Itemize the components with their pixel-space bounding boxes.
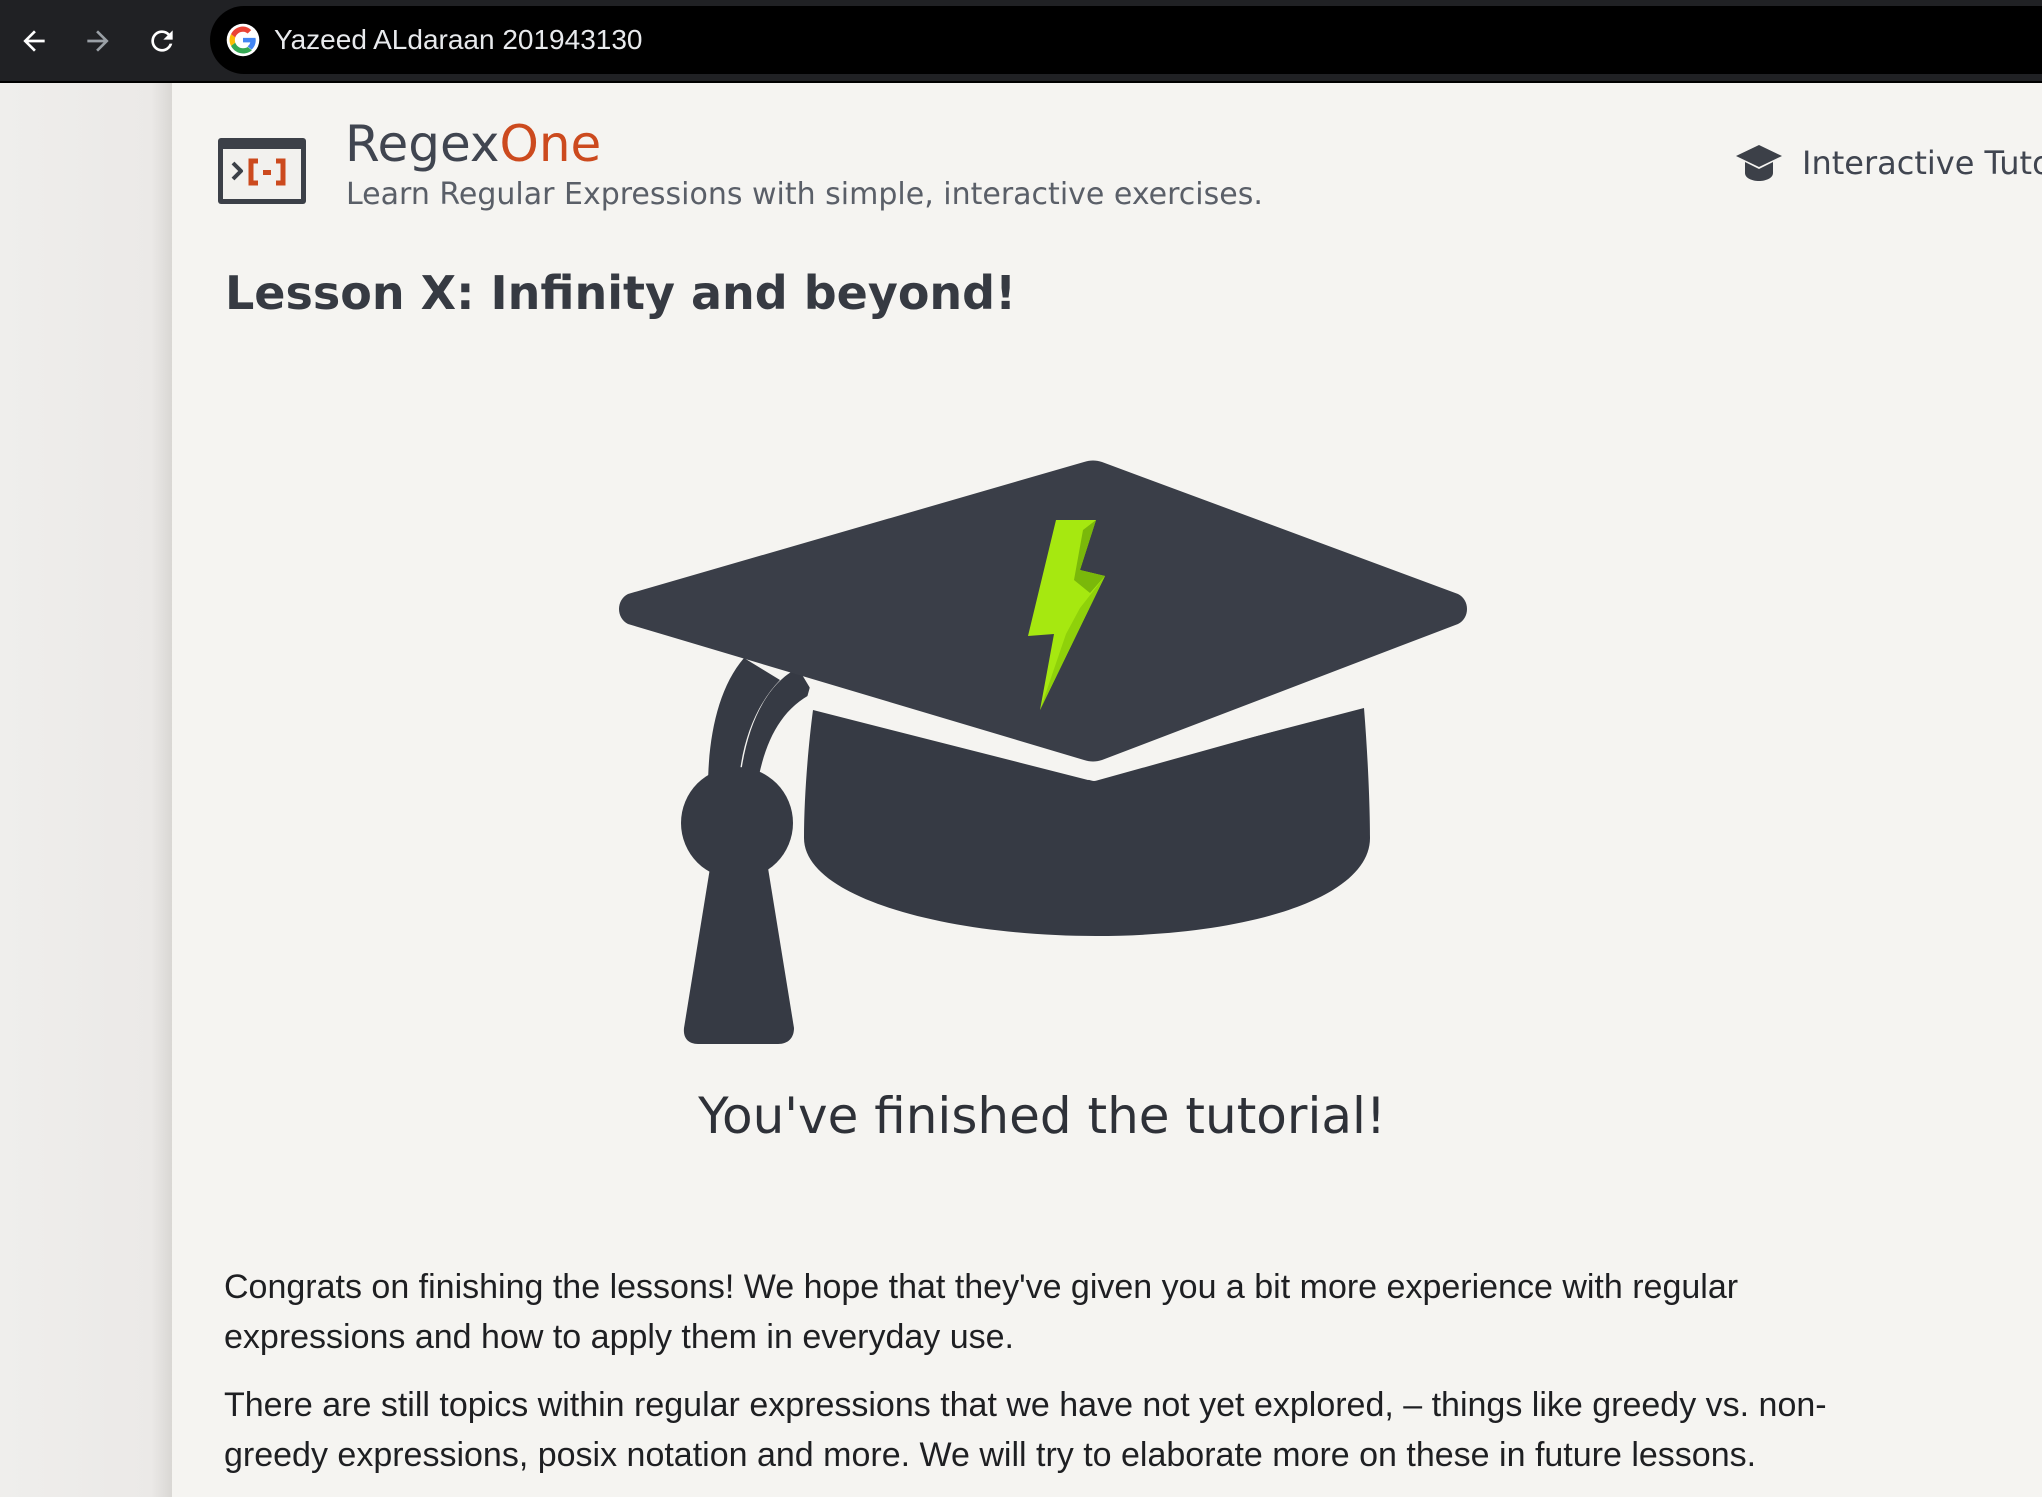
site-tagline: Learn Regular Expressions with simple, i… xyxy=(346,177,1263,212)
google-icon xyxy=(226,23,260,57)
finished-heading: You've finished the tutorial! xyxy=(698,1087,1386,1145)
congrats-paragraph: Congrats on finishing the lessons! We ho… xyxy=(224,1268,1739,1356)
address-bar-text[interactable]: Yazeed ALdaraan 201943130 xyxy=(274,20,642,60)
arrow-right-icon xyxy=(87,30,109,52)
lesson-title: Lesson X: Infinity and beyond! xyxy=(225,266,1017,320)
brand-accent-text: One xyxy=(499,115,602,173)
forward-button[interactable] xyxy=(74,17,122,65)
graduation-cap-lightning-icon xyxy=(619,460,1467,1044)
reload-button[interactable] xyxy=(138,17,186,65)
reload-icon xyxy=(151,30,173,52)
graduation-cap-icon xyxy=(1736,145,1782,181)
site-title[interactable]: RegexOne xyxy=(345,110,601,178)
topics-paragraph: There are still topics within regular ex… xyxy=(224,1386,1827,1474)
back-button[interactable] xyxy=(10,17,58,65)
left-gutter xyxy=(0,83,172,1497)
browser-toolbar: Yazeed ALdaraan 201943130 xyxy=(0,0,2042,83)
arrow-left-icon xyxy=(23,30,45,52)
nav-interactive-tutorial-label: Interactive Tuto xyxy=(1802,144,2042,182)
brand-main-text: Regex xyxy=(345,115,500,173)
nav-interactive-tutorial[interactable]: Interactive Tuto xyxy=(1734,142,2042,184)
regexone-logo-icon[interactable] xyxy=(216,136,308,206)
